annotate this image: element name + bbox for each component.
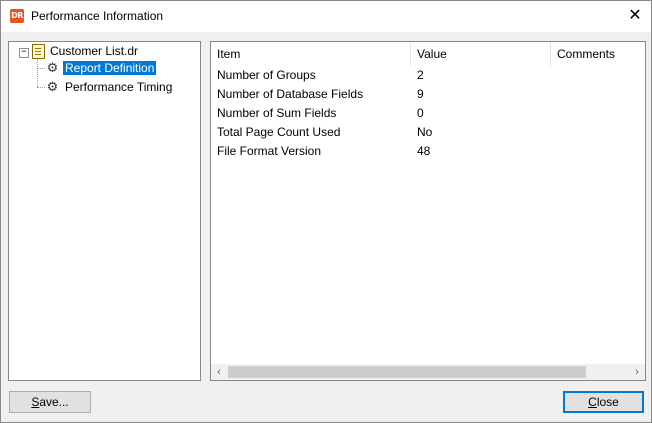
cell-item: Number of Database Fields <box>217 87 364 101</box>
window-title: Performance Information <box>31 9 164 23</box>
tree-connector <box>37 59 38 87</box>
chevron-right-icon[interactable]: › <box>629 364 645 380</box>
cell-item: Number of Groups <box>217 68 316 82</box>
scrollbar-thumb[interactable] <box>228 366 586 378</box>
save-button[interactable]: Save... <box>9 391 91 413</box>
cell-value: 0 <box>417 106 424 120</box>
collapse-icon[interactable]: − <box>19 48 29 58</box>
cell-item: Number of Sum Fields <box>217 106 337 120</box>
cell-item: Total Page Count Used <box>217 125 341 139</box>
save-button-label: ave... <box>39 395 69 409</box>
close-button[interactable]: Close <box>563 391 644 413</box>
gear-icon: ⚙ <box>46 80 59 95</box>
dialog-window: DR Performance Information ✕ − Customer … <box>0 0 652 423</box>
close-icon[interactable]: ✕ <box>621 3 649 29</box>
tree-item-label: Performance Timing <box>65 80 173 94</box>
tree-item-root[interactable]: Customer List.dr <box>50 43 138 60</box>
tree-connector <box>37 87 45 88</box>
cell-value: 9 <box>417 87 424 101</box>
tree-item-label: Report Definition <box>63 61 157 75</box>
cell-value: 48 <box>417 144 431 158</box>
gear-icon: ⚙ <box>46 61 59 76</box>
document-icon <box>32 44 45 59</box>
tree-item-performance-timing[interactable]: Performance Timing <box>65 79 172 96</box>
tree-item-label: Customer List.dr <box>50 44 139 58</box>
horizontal-scrollbar[interactable]: ‹ › <box>211 364 645 380</box>
info-list[interactable]: Item Value Comments Number of Groups 2 N… <box>210 41 646 381</box>
cell-value: 2 <box>417 68 424 82</box>
chevron-left-icon[interactable]: ‹ <box>211 364 227 380</box>
column-header-value[interactable]: Value <box>411 42 551 66</box>
report-tree[interactable]: − Customer List.dr ⚙ Report Definition ⚙… <box>8 41 201 381</box>
tree-item-report-definition[interactable]: Report Definition <box>63 60 157 77</box>
tree-connector <box>37 68 45 69</box>
close-button-accel: C <box>588 395 597 409</box>
column-header-comments[interactable]: Comments <box>551 42 645 66</box>
app-icon: DR <box>10 9 24 23</box>
column-header-item[interactable]: Item <box>211 42 411 66</box>
close-button-label: lose <box>596 395 619 409</box>
title-bar: DR Performance Information ✕ <box>1 1 651 32</box>
cell-value: No <box>417 125 433 139</box>
cell-item: File Format Version <box>217 144 322 158</box>
